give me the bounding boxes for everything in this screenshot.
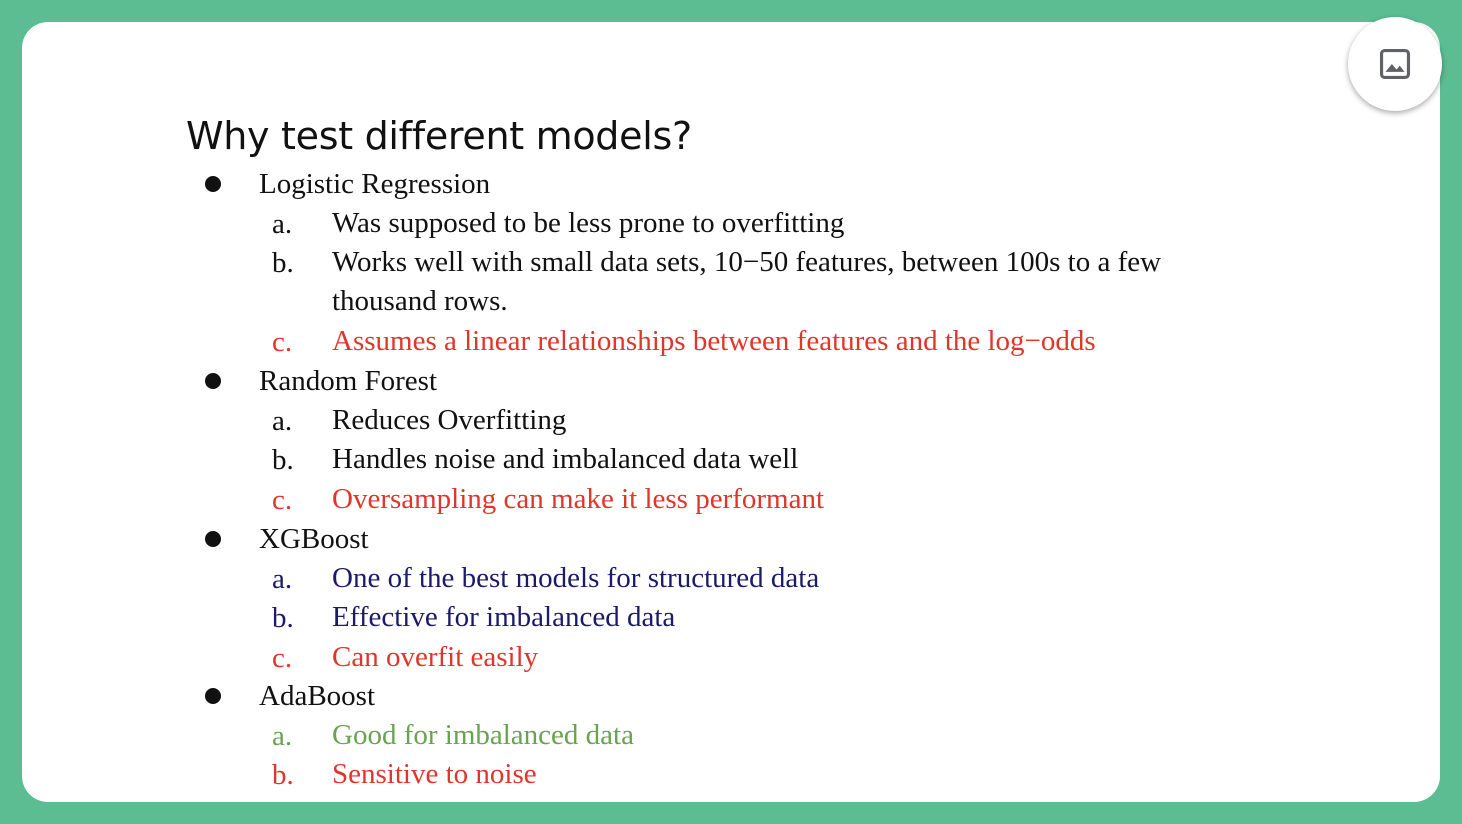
model-name: XGBoost [259, 523, 369, 555]
bullet-dot [205, 531, 221, 547]
image-button[interactable] [1348, 17, 1442, 111]
model-name: Logistic Regression [259, 168, 491, 200]
sub-point-text: One of the best models for structured da… [332, 561, 820, 594]
sub-point-text: Oversampling can make it less performant [332, 482, 825, 515]
sub-point-text: Handles noise and imbalanced data well [332, 443, 799, 475]
sub-point-marker: c. [272, 326, 293, 358]
sub-point-marker: b. [272, 444, 294, 476]
sub-point-text: Good for imbalanced data [332, 718, 634, 751]
sub-point-marker: b. [272, 247, 294, 279]
sub-point-text: Sensitive to noise [332, 758, 537, 790]
sub-point-text: Effective for imbalanced data [332, 601, 676, 633]
model-name: Random Forest [259, 365, 438, 397]
slide-frame: Why test different models? Logistic Regr… [0, 0, 1462, 824]
sub-point-marker: b. [272, 759, 294, 791]
slide-title: Why test different models? [186, 114, 692, 158]
sub-point-marker: b. [272, 602, 294, 634]
sub-point-marker: a. [272, 404, 293, 437]
model-name: AdaBoost [259, 680, 375, 712]
sub-point-text: Assumes a linear relationships between f… [332, 325, 1096, 357]
sub-point-marker: a. [272, 207, 293, 240]
sub-point-marker: c. [272, 641, 293, 674]
sub-point-text: Was supposed to be less prone to overfit… [332, 206, 845, 239]
bullet-dot [205, 688, 221, 704]
image-icon [1379, 48, 1411, 80]
sub-point-text: Can overfit easily [332, 640, 539, 673]
sub-point-marker: a. [272, 562, 293, 595]
bullet-dot [205, 373, 221, 389]
sub-point-text: Works well with small data sets, 10−50 f… [332, 246, 1162, 317]
sub-point-marker: a. [272, 719, 293, 752]
slide-canvas: Why test different models? Logistic Regr… [22, 22, 1440, 802]
sub-point-text: Reduces Overfitting [332, 403, 567, 436]
sub-point-marker: c. [272, 483, 293, 516]
bullet-dot [205, 176, 221, 192]
